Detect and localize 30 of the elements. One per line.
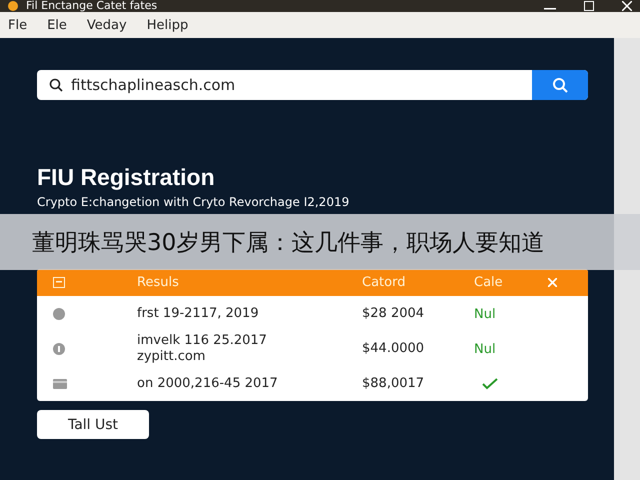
maximize-icon[interactable] (584, 1, 594, 11)
action-button[interactable]: Tall Ust (37, 410, 149, 439)
app-logo-icon (8, 1, 18, 11)
page-title: FIU Registration (37, 164, 216, 191)
table-cell-text: on 2000,216-45 2017 (137, 376, 279, 392)
table-cell-text: frst 19-2117, 2019 (137, 306, 260, 322)
search-icon (552, 77, 568, 93)
table-cell-text: imvelk 116 25.2017 zypitt.com (137, 333, 268, 365)
card-icon (53, 379, 67, 389)
table-cell-text: $28 2004 (362, 306, 426, 322)
search-bar[interactable]: fittschaplineasch.com (37, 70, 588, 100)
banner-text: 董明珠骂哭30岁男下属：这几件事，职场人要知道 (32, 228, 544, 258)
check-icon (482, 378, 498, 390)
menu-item[interactable]: Veday (86, 18, 127, 32)
column-header: Cale (474, 275, 504, 290)
table-cell-text: $44.0000 (362, 341, 426, 357)
close-icon[interactable] (622, 1, 632, 11)
table-cell-text: $88,0017 (362, 376, 426, 392)
status-text: Nul (474, 342, 497, 356)
page-subtitle: Crypto E:changetion with Cryto Revorchage I2,2019 (37, 195, 350, 209)
window-title: Fil Enctange Catet fates (26, 0, 158, 12)
column-header: Catord (362, 275, 406, 290)
menu-item[interactable]: Helipp (146, 18, 188, 32)
status-text: Nul (474, 306, 497, 322)
info-icon (53, 343, 65, 355)
menu-item[interactable]: Fle (8, 18, 28, 32)
menu-item[interactable]: Ele (47, 18, 67, 32)
column-header: Resuls (137, 275, 180, 290)
search-button[interactable] (532, 70, 588, 100)
search-icon (49, 78, 63, 92)
